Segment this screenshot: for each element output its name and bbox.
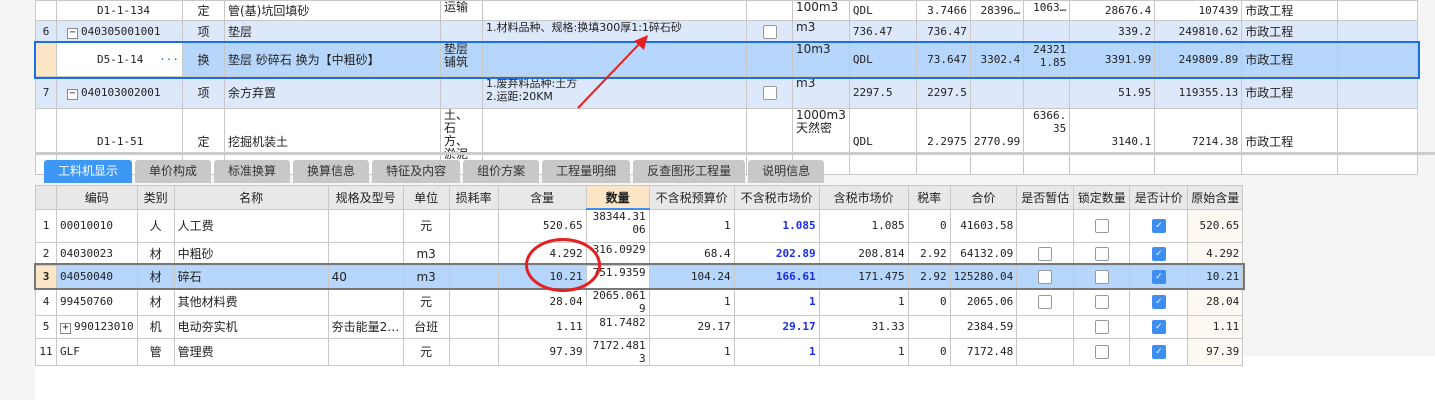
red-arrow-annotation xyxy=(577,35,648,109)
